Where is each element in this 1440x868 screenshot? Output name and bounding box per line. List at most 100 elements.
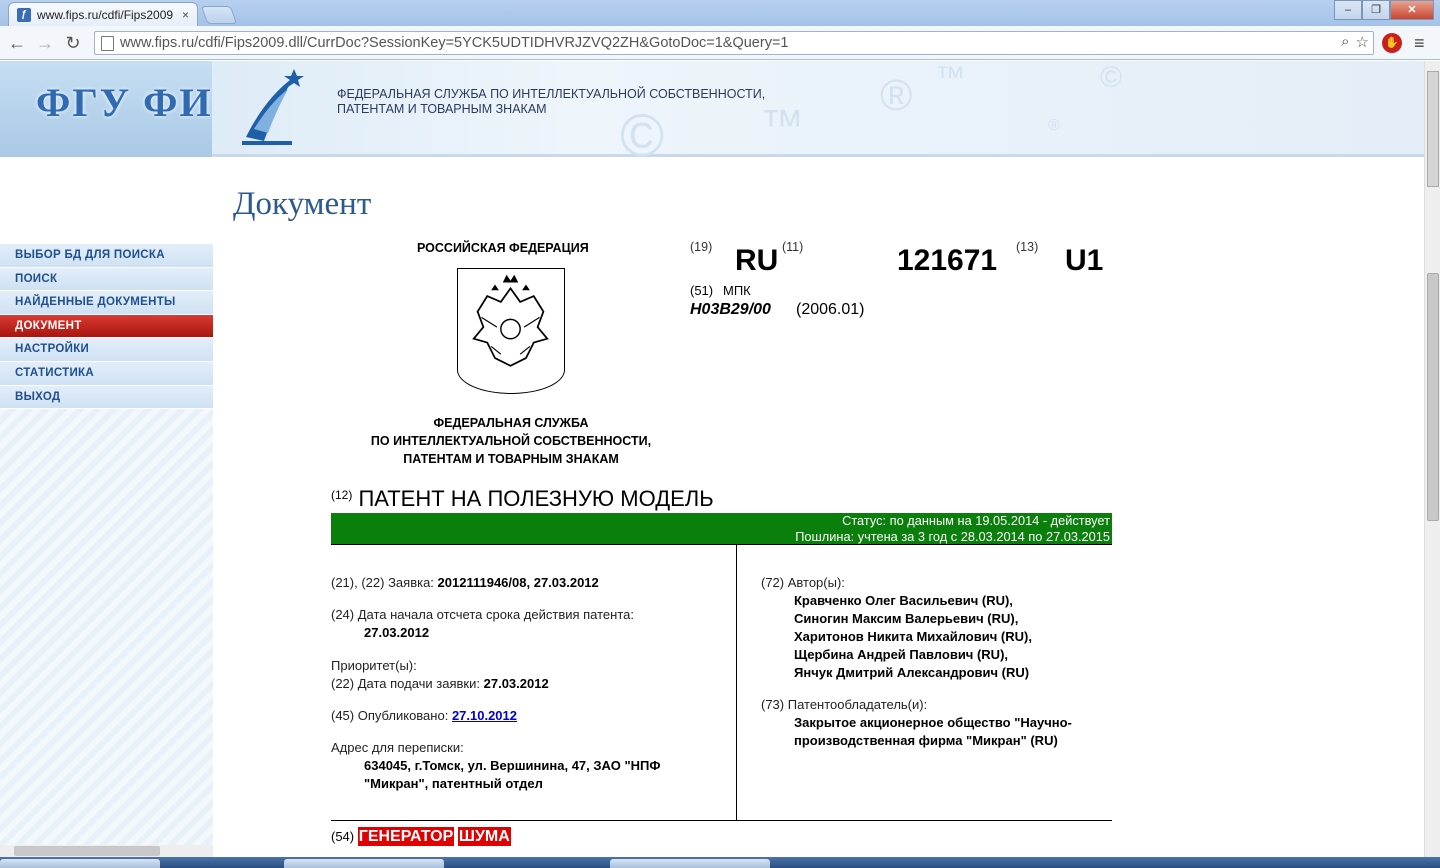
ipc-class: H03B29/00 xyxy=(690,301,771,318)
fips-logo-text: ФГУ ФИП xyxy=(36,80,212,125)
holder-line2: производственная фирма "Микран" (RU) xyxy=(794,733,1058,748)
ipc-year: (2006.01) xyxy=(796,301,865,318)
authors-field: (72) Автор(ы): Кравченко Олег Васильевич… xyxy=(761,574,1032,682)
maximize-button[interactable]: ❐ xyxy=(1362,0,1390,20)
site-favicon-icon: ƒ xyxy=(17,7,31,22)
page-title: Документ xyxy=(233,186,372,222)
author-item: Харитонов Никита Михайлович (RU), xyxy=(794,629,1032,644)
sidebar-nav: ВЫБОР БД ДЛЯ ПОИСКА ПОИСК НАЙДЕННЫЕ ДОКУ… xyxy=(0,244,213,857)
country-header: РОССИЙСКАЯ ФЕДЕРАЦИЯ xyxy=(417,241,589,255)
horizontal-scrollbar-thumb[interactable] xyxy=(14,846,160,856)
url-text[interactable]: www.fips.ru/cdfi/Fips2009.dll/CurrDoc?Se… xyxy=(120,35,788,51)
inid-code-13: (13) xyxy=(1016,240,1039,254)
author-item: Щербина Андрей Павлович (RU), xyxy=(794,647,1009,662)
term-start-label: (24) Дата начала отсчета срока действия … xyxy=(331,607,634,622)
author-item: Кравченко Олег Васильевич (RU), xyxy=(794,593,1013,608)
kind-code: U1 xyxy=(1065,244,1104,277)
sidebar-item-db-select[interactable]: ВЫБОР БД ДЛЯ ПОИСКА xyxy=(0,244,213,268)
watermark-copyright-icon: © xyxy=(1100,61,1123,94)
forward-arrow-icon[interactable]: → xyxy=(34,32,56,54)
patent-number: 121671 xyxy=(897,244,998,277)
author-item: Янчук Дмитрий Александрович (RU) xyxy=(794,665,1030,680)
invention-title: (54) ГЕНЕРАТОР ШУМА xyxy=(331,827,511,846)
term-start-value: 27.03.2012 xyxy=(364,625,430,640)
title-word-highlight: ГЕНЕРАТОР xyxy=(357,827,455,846)
published-date-link[interactable]: 27.10.2012 xyxy=(452,708,517,723)
sidebar-item-settings[interactable]: НАСТРОЙКИ xyxy=(0,338,213,362)
bookmark-star-icon[interactable]: ☆ xyxy=(1356,33,1369,51)
back-arrow-icon[interactable]: ← xyxy=(6,32,28,54)
term-start-field: (24) Дата начала отсчета срока действия … xyxy=(331,606,634,642)
address-bar[interactable]: www.fips.ru/cdfi/Fips2009.dll/CurrDoc?Se… xyxy=(94,31,1374,55)
sidebar-item-found-documents[interactable]: НАЙДЕННЫЕ ДОКУМЕНТЫ xyxy=(0,291,213,315)
tab-close-icon[interactable]: × xyxy=(182,8,189,22)
close-window-button[interactable]: ✕ xyxy=(1390,0,1434,20)
application-value: 2012111946/08, 27.03.2012 xyxy=(437,575,599,590)
inid-code-12: (12) xyxy=(331,488,353,502)
browser-titlebar: ƒ www.fips.ru/cdfi/Fips2009 × ‒ ❐ ✕ xyxy=(0,0,1440,26)
published-field: (45) Опубликовано: 27.10.2012 xyxy=(331,707,517,725)
banner-scrollbar-thumb[interactable] xyxy=(1427,71,1439,187)
inid-code-19: (19) xyxy=(690,240,713,254)
sidebar-item-logout[interactable]: ВЫХОД xyxy=(0,385,213,410)
minimize-button[interactable]: ‒ xyxy=(1334,0,1362,20)
column-divider xyxy=(736,545,737,820)
url-path: /cdfi/Fips2009.dll/CurrDoc?SessionKey=5Y… xyxy=(194,35,789,51)
fee-line: Пошлина: учтена за 3 год с 28.03.2014 по… xyxy=(795,529,1110,544)
patent-type-heading: (12) ПАТЕНТ НА ПОЛЕЗНУЮ МОДЕЛЬ xyxy=(331,486,714,512)
horizontal-scrollbar[interactable] xyxy=(0,845,213,857)
published-label: (45) Опубликовано: xyxy=(331,708,449,723)
status-bar: Статус: по данным на 19.05.2014 - действ… xyxy=(331,513,1112,545)
sidebar-item-document[interactable]: ДОКУМЕНТ xyxy=(0,314,213,339)
tab-title: www.fips.ru/cdfi/Fips2009 xyxy=(37,7,174,22)
window-controls: ‒ ❐ ✕ xyxy=(1334,0,1434,20)
sidebar-item-statistics[interactable]: СТАТИСТИКА xyxy=(0,361,213,386)
author-item: Синогин Максим Валерьевич (RU), xyxy=(794,611,1019,626)
inid-code-51: (51) xyxy=(690,283,714,298)
patent-type: ПАТЕНТ НА ПОЛЕЗНУЮ МОДЕЛЬ xyxy=(358,486,714,511)
country-code: RU xyxy=(735,244,779,277)
vertical-scrollbar[interactable] xyxy=(1424,61,1440,857)
priority-label: Приоритет(ы): xyxy=(331,658,417,673)
page-icon xyxy=(101,35,114,51)
new-tab-button[interactable] xyxy=(200,6,238,24)
rospatent-emblem-icon xyxy=(242,69,304,145)
reload-icon[interactable]: ↻ xyxy=(62,32,84,54)
coat-of-arms-icon xyxy=(457,268,565,394)
sidebar-background xyxy=(0,409,213,850)
banner-logo-area[interactable]: ФГУ ФИП xyxy=(0,61,212,157)
section-divider xyxy=(331,820,1112,821)
double-headed-eagle-icon xyxy=(472,274,549,367)
url-host: www.fips.ru xyxy=(120,35,195,51)
page-viewport: © ™ ® ™ © ® ФГУ ФИП ФЕДЕРАЛЬНАЯ СЛУЖБА П… xyxy=(0,61,1424,857)
org-line2: ПО ИНТЕЛЛЕКТУАЛЬНОЙ СОБСТВЕННОСТИ, xyxy=(370,434,652,448)
site-banner: © ™ ® ™ © ® ФГУ ФИП ФЕДЕРАЛЬНАЯ СЛУЖБА П… xyxy=(0,61,1424,169)
vertical-scrollbar-thumb[interactable] xyxy=(1427,273,1439,521)
filing-date-label: (22) Дата подачи заявки: xyxy=(331,676,480,691)
watermark-trademark-icon: ™ xyxy=(760,101,804,150)
holder-field: (73) Патентообладатель(и): Закрытое акци… xyxy=(761,696,1072,750)
browser-toolbar: ← → ↻ www.fips.ru/cdfi/Fips2009.dll/Curr… xyxy=(0,26,1440,60)
holder-line1: Закрытое акционерное общество "Научно- xyxy=(794,715,1072,730)
address-line2: "Микран", патентный отдел xyxy=(364,776,543,791)
address-line1: 634045, г.Томск, ул. Вершинина, 47, ЗАО … xyxy=(364,758,661,773)
watermark-registered-icon: ® xyxy=(1048,117,1060,134)
holder-label: (73) Патентообладатель(и): xyxy=(761,697,928,712)
sidebar-item-search[interactable]: ПОИСК xyxy=(0,267,213,292)
browser-menu-icon[interactable]: ≡ xyxy=(1414,33,1432,53)
zoom-icon[interactable]: ⌕ xyxy=(1341,33,1349,51)
org-line3: ПАТЕНТАМ И ТОВАРНЫМ ЗНАКАМ xyxy=(403,452,619,466)
address-label: Адрес для переписки: xyxy=(331,740,464,755)
banner-org-name: ФЕДЕРАЛЬНАЯ СЛУЖБА ПО ИНТЕЛЛЕКТУАЛЬНОЙ С… xyxy=(337,87,765,117)
application-field: (21), (22) Заявка: 2012111946/08, 27.03.… xyxy=(331,574,599,592)
taskbar-item[interactable] xyxy=(0,859,160,868)
priority-field: Приоритет(ы): (22) Дата подачи заявки: 2… xyxy=(331,657,549,693)
org-line1: ФЕДЕРАЛЬНАЯ СЛУЖБА xyxy=(433,416,589,430)
taskbar-item[interactable] xyxy=(610,859,770,868)
banner-org-line1: ФЕДЕРАЛЬНАЯ СЛУЖБА ПО ИНТЕЛЛЕКТУАЛЬНОЙ С… xyxy=(337,87,766,101)
mpk-label: МПК xyxy=(723,283,751,298)
browser-tab[interactable]: ƒ www.fips.ru/cdfi/Fips2009 × xyxy=(8,2,198,26)
banner-org-line2: ПАТЕНТАМ И ТОВАРНЫМ ЗНАКАМ xyxy=(337,102,547,116)
adblock-stop-icon[interactable]: ✋ xyxy=(1382,33,1402,53)
taskbar-item[interactable] xyxy=(284,859,444,868)
